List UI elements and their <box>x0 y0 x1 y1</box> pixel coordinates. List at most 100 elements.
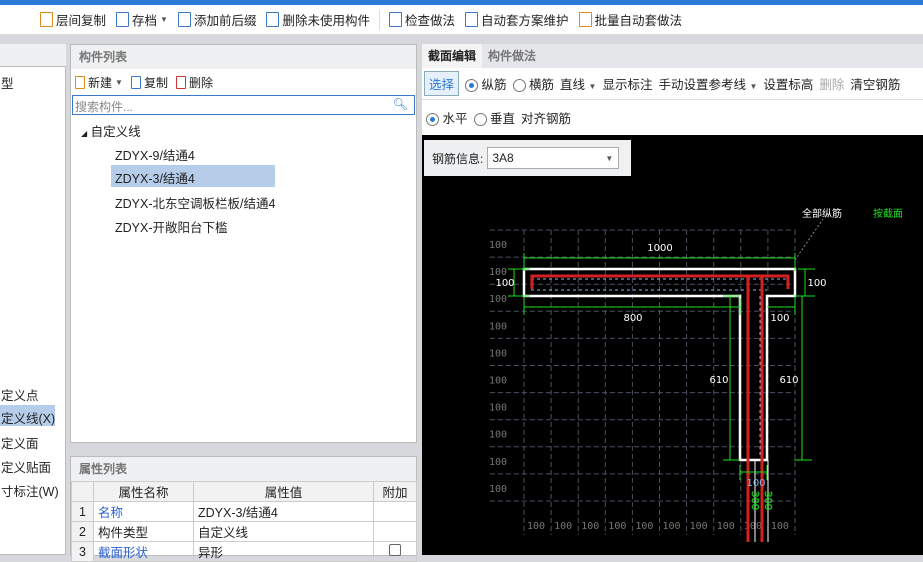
rebar-info-box: 钢筋信息: 3A8 ▼ <box>424 140 631 176</box>
table-row[interactable]: 1 名称 ZDYX-3/结通4 <box>71 501 417 522</box>
delete-button[interactable]: 删除 <box>819 74 844 93</box>
property-list-panel: 属性列表 属性名称 属性值 附加 1 名称 ZDYX-3/结通4 2 构件类型 自定义线… <box>70 456 417 562</box>
longitudinal-radio[interactable]: 纵筋 <box>465 74 507 93</box>
copy-button[interactable]: 复制 <box>127 74 172 91</box>
property-table: 属性名称 属性值 附加 1 名称 ZDYX-3/结通4 2 构件类型 自定义线 3 截面形… <box>71 481 417 562</box>
tree-root[interactable]: ◢ 自定义线 <box>81 121 141 140</box>
list-delete-icon <box>266 12 280 27</box>
check-icon <box>388 12 402 27</box>
chevron-down-icon: ▼ <box>588 82 597 91</box>
set-elevation-button[interactable]: 设置标高 <box>763 74 813 93</box>
grid-lines <box>490 229 796 535</box>
rebar-top <box>530 274 790 289</box>
component-item-selected[interactable]: ZDYX-3/结通4 <box>111 165 275 187</box>
table-row[interactable]: 3 截面形状 异形 <box>71 541 417 562</box>
select-button[interactable]: 选择 <box>424 71 460 96</box>
tree-item[interactable]: 定义面 <box>1 433 39 452</box>
rebar-info-input[interactable]: 3A8 ▼ <box>487 147 620 169</box>
bar-label: 300 <box>762 491 773 510</box>
column-header: 附加 <box>373 481 417 502</box>
grid-label: 100 <box>635 521 653 532</box>
grid-label: 100 <box>489 240 507 251</box>
align-bars-button[interactable]: 对齐钢筋 <box>521 108 571 127</box>
grid-label: 100 <box>489 484 507 495</box>
search-icon[interactable]: 🔍︎ <box>393 97 408 111</box>
tab-section-edit[interactable]: 截面编辑 <box>422 44 483 68</box>
search-input[interactable]: 搜索构件... 🔍︎ <box>72 95 415 115</box>
copy-icon <box>130 75 141 89</box>
grid-label: 100 <box>527 521 545 532</box>
attach-checkbox[interactable] <box>389 544 401 556</box>
grid-label: 100 <box>489 267 507 278</box>
grid-label: 100 <box>489 430 507 441</box>
component-type-tree: 型 定义点 定义线(X) 定义面 定义贴面 寸标注(W) <box>0 66 66 555</box>
bar-label: 300 <box>749 491 760 510</box>
tree-item[interactable]: 型 <box>1 73 14 92</box>
chevron-down-icon: ▼ <box>160 15 168 24</box>
transverse-radio[interactable]: 横筋 <box>512 74 554 93</box>
line-type-select[interactable]: 直线 ▼ <box>560 74 596 93</box>
tree-item-selected[interactable]: 定义线(X) <box>0 405 55 426</box>
new-button[interactable]: 新建 ▼ <box>71 74 127 91</box>
grid-labels: 100 100 100 100 100 100 100 100 100 100 100 100 100 1… <box>489 240 789 532</box>
chevron-down-icon: ▼ <box>115 77 123 87</box>
dim-label: 610 <box>779 375 798 386</box>
section-drawing: 100 100 100 100 100 100 100 100 100 100 100 100 100 1… <box>489 207 903 542</box>
component-item[interactable]: ZDYX-开敞阳台下槛 <box>115 217 228 236</box>
dimension-lines <box>508 253 815 480</box>
section-editor-panel: 截面编辑 构件做法 选择 纵筋 横筋 直线 ▼ 显示标注 手动设置参考线 ▼ 设… <box>422 44 923 135</box>
component-item[interactable]: ZDYX-北东空调板栏板/结通4 <box>115 193 275 212</box>
grid-label: 100 <box>771 521 789 532</box>
manual-ref-button[interactable]: 手动设置参考线 ▼ <box>658 74 757 93</box>
archive-icon <box>116 12 130 27</box>
panel-title: 构件列表 <box>71 45 416 69</box>
main-toolbar: 层间复制 存档 ▼ 添加前后缀 删除未使用构件 检查做法 自动套方案维护 批量自动… <box>0 5 923 35</box>
chevron-down-icon: ▼ <box>605 154 614 163</box>
horizontal-radio[interactable]: 水平 <box>426 108 468 127</box>
delete-unused-button[interactable]: 删除未使用构件 <box>262 8 374 31</box>
clear-rebar-button[interactable]: 清空钢筋 <box>850 74 900 93</box>
grid-label: 100 <box>489 321 507 332</box>
list-toolbar: 新建 ▼ 复制 删除 <box>71 69 416 95</box>
web-extension <box>754 460 769 542</box>
component-item[interactable]: ZDYX-9/结通4 <box>115 145 195 164</box>
add-prefix-suffix-button[interactable]: 添加前后缀 <box>174 8 261 31</box>
grid-label: 100 <box>489 348 507 359</box>
grid-label: 100 <box>489 376 507 387</box>
copy-floor-icon <box>40 12 53 27</box>
grid-label: 100 <box>581 521 599 532</box>
column-header: 属性值 <box>193 481 374 502</box>
section-canvas[interactable]: 钢筋信息: 3A8 ▼ 100 100 100 100 100 100 100 100 100 10… <box>422 135 923 555</box>
copy-floor-button[interactable]: 层间复制 <box>36 8 110 31</box>
batch-auto-button[interactable]: 批量自动套做法 <box>575 8 687 31</box>
delete-icon <box>175 75 186 89</box>
divider <box>378 9 380 30</box>
dim-label: 100 <box>770 313 789 324</box>
new-doc-icon <box>75 75 85 89</box>
grid-label: 100 <box>608 521 626 532</box>
edit-toolbar: 选择 纵筋 横筋 直线 ▼ 显示标注 手动设置参考线 ▼ 设置标高 删除 清空钢… <box>422 68 923 100</box>
leader-line <box>794 218 824 261</box>
tree-item[interactable]: 定义点 <box>1 385 39 404</box>
collapse-icon: ◢ <box>81 129 88 138</box>
dim-label: 800 <box>623 313 642 324</box>
tree-item[interactable]: 定义贴面 <box>1 457 51 476</box>
dim-label: 1000 <box>647 243 672 254</box>
grid-label: 100 <box>554 521 572 532</box>
editor-tabs: 截面编辑 构件做法 <box>422 44 923 68</box>
check-method-button[interactable]: 检查做法 <box>385 8 459 31</box>
delete-button[interactable]: 删除 <box>172 74 217 91</box>
section-outline <box>522 267 797 462</box>
archive-button[interactable]: 存档 ▼ <box>112 8 172 31</box>
auto-scheme-button[interactable]: 自动套方案维护 <box>461 8 573 31</box>
grid-label: 100 <box>663 521 681 532</box>
table-row[interactable]: 2 构件类型 自定义线 <box>71 521 417 542</box>
batch-icon <box>578 12 592 27</box>
tree-item[interactable]: 寸标注(W) <box>1 481 59 500</box>
dim-label: 100 <box>495 278 514 289</box>
grid-label: 100 <box>717 521 735 532</box>
vertical-radio[interactable]: 垂直 <box>473 108 515 127</box>
prefix-icon <box>177 12 191 27</box>
tab-component-method[interactable]: 构件做法 <box>482 44 542 68</box>
show-dims-button[interactable]: 显示标注 <box>602 74 652 93</box>
